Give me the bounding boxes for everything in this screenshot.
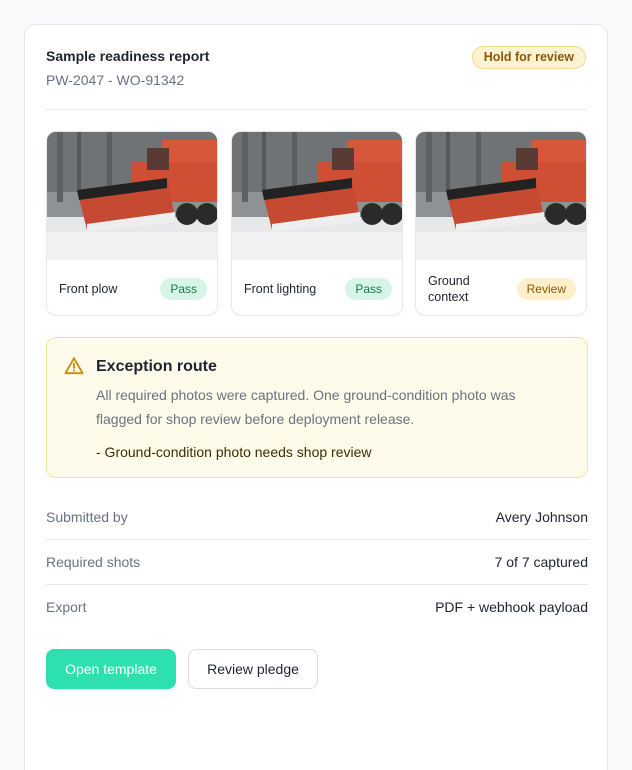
detail-label: Export — [46, 599, 87, 615]
status-pill: Review — [516, 278, 576, 300]
detail-value: Avery Johnson — [495, 509, 588, 525]
detail-row-submitted-by: Submitted by Avery Johnson — [46, 495, 588, 540]
open-template-button[interactable]: Open template — [46, 649, 176, 689]
warning-triangle-icon — [64, 356, 84, 376]
photo-label: Ground context — [428, 273, 470, 304]
detail-value: PDF + webhook payload — [435, 599, 588, 615]
report-ids: PW-2047 - WO-91342 — [46, 72, 185, 88]
snowplow-image — [416, 132, 586, 260]
photo-card[interactable]: Ground context Review — [415, 131, 587, 316]
exception-body: All required photos were captured. One g… — [96, 387, 516, 427]
snowplow-photo — [47, 132, 217, 260]
photo-label: Front plow — [59, 281, 118, 296]
photo-label: Front lighting — [244, 281, 317, 296]
snowplow-image — [232, 132, 402, 260]
exception-bullet: - Ground-condition photo needs shop revi… — [96, 444, 372, 460]
report-card: Sample readiness report PW-2047 - WO-913… — [24, 24, 608, 770]
detail-value: 7 of 7 captured — [494, 554, 588, 570]
review-pledge-button[interactable]: Review pledge — [188, 649, 318, 689]
photo-card[interactable]: Front lighting Pass — [231, 131, 403, 316]
detail-row-export: Export PDF + webhook payload — [46, 585, 588, 630]
photo-footer: Front lighting Pass — [232, 260, 402, 315]
exception-title: Exception route — [96, 358, 217, 375]
status-pill: Pass — [160, 278, 207, 300]
report-header: Sample readiness report PW-2047 - WO-913… — [46, 46, 586, 89]
details-list: Submitted by Avery Johnson Required shot… — [46, 495, 588, 630]
detail-label: Required shots — [46, 554, 141, 570]
photo-grid: Front plow Pass Front lighting Pass Grou… — [46, 131, 588, 316]
snowplow-image — [47, 132, 217, 260]
snowplow-photo — [416, 132, 586, 260]
detail-row-required-shots: Required shots 7 of 7 captured — [46, 540, 588, 585]
detail-label: Submitted by — [46, 509, 128, 525]
exception-panel: Exception route All required photos were… — [46, 337, 588, 478]
status-pill: Pass — [345, 278, 392, 300]
photo-footer: Ground context Review — [416, 260, 586, 315]
photo-card[interactable]: Front plow Pass — [46, 131, 218, 316]
status-badge: Hold for review — [471, 46, 586, 69]
header-divider — [46, 109, 586, 110]
snowplow-photo — [232, 132, 402, 260]
photo-footer: Front plow Pass — [47, 260, 217, 315]
